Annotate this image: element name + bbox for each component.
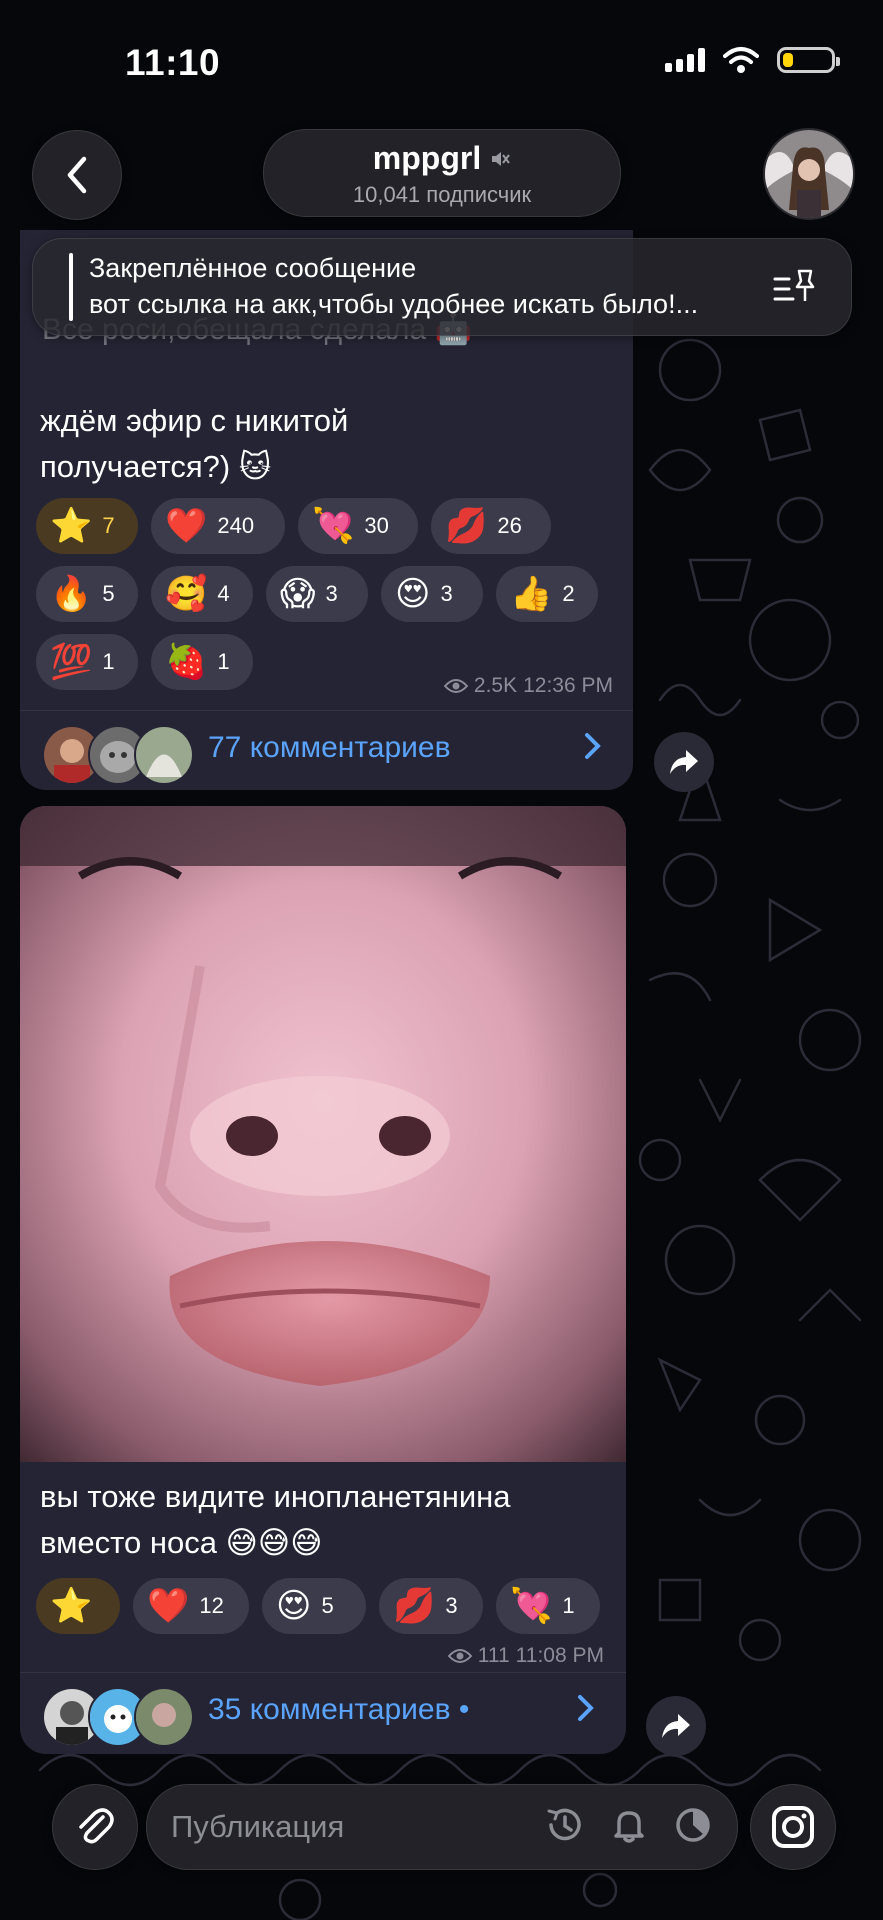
timer-icon[interactable]	[543, 1803, 587, 1847]
comments-count: 35 комментариев •	[208, 1693, 470, 1726]
input-actions	[543, 1803, 715, 1847]
reactions: ⭐ 7 ❤️ 240 💘 30 💋 26 🔥 5 🥰 4 😱 3 😍 3 👍 2 💯 1 🍓 1	[36, 498, 626, 690]
channel-name: mppgrl	[372, 140, 482, 176]
chevron-right-icon	[576, 1691, 596, 1734]
message-time: 11:08 PM	[515, 1644, 604, 1667]
reaction-smiling-hearts[interactable]: 🥰 4	[151, 566, 253, 622]
reaction-heart[interactable]: ❤️ 240	[151, 498, 285, 554]
message-meta: 2.5K 12:36 PM	[443, 674, 613, 698]
share-button[interactable]	[654, 732, 714, 792]
clock-half-icon[interactable]	[671, 1803, 715, 1847]
reaction-thumbs-up[interactable]: 👍 2	[496, 566, 598, 622]
pinned-indicator	[69, 253, 73, 321]
bell-icon[interactable]	[607, 1803, 651, 1847]
reaction-heart-arrow[interactable]: 💘 30	[298, 498, 418, 554]
comments-link[interactable]: 77 комментариев	[20, 710, 633, 790]
status-icons	[665, 46, 840, 74]
avatar	[134, 1687, 194, 1747]
eye-icon	[443, 679, 468, 693]
wifi-icon	[723, 47, 759, 73]
chevron-right-icon	[583, 729, 603, 772]
reaction-heart-eyes[interactable]: 😍 3	[381, 566, 483, 622]
message-photo[interactable]	[20, 806, 626, 1462]
comments-count: 77 комментариев	[208, 731, 451, 764]
view-count: 2.5K	[473, 674, 518, 697]
pin-list-icon[interactable]	[773, 267, 817, 307]
reaction-star[interactable]: ⭐ 7	[36, 498, 138, 554]
back-arrow-icon	[67, 156, 87, 194]
message-time: 12:36 PM	[523, 674, 613, 697]
reactions: ⭐ ❤️ 12 😍 5 💋 3 💘 1	[36, 1578, 626, 1634]
battery-icon	[777, 47, 840, 73]
message-input-placeholder: Публикация	[171, 1809, 345, 1844]
reaction-strawberry[interactable]: 🍓 1	[151, 634, 253, 690]
pinned-text: вот ссылка на акк,чтобы удобнее искать б…	[89, 289, 699, 319]
channel-avatar[interactable]	[763, 128, 855, 220]
pinned-message-bar[interactable]: Закреплённое сообщение вот ссылка на акк…	[32, 238, 852, 336]
reaction-heart-arrow[interactable]: 💘 1	[496, 1578, 600, 1634]
status-time: 11:10	[125, 42, 221, 83]
pinned-title: Закреплённое сообщение	[89, 253, 417, 283]
commenter-avatars	[42, 1687, 194, 1747]
cellular-signal-icon	[665, 48, 705, 72]
view-count: 111	[477, 1644, 510, 1667]
subscriber-count: 10,041 подписчик	[352, 182, 532, 207]
reaction-heart-eyes[interactable]: 😍 5	[262, 1578, 366, 1634]
mute-icon	[492, 151, 511, 166]
share-icon	[670, 750, 698, 774]
eye-icon	[447, 1649, 472, 1663]
message-meta: 111 11:08 PM	[447, 1644, 604, 1668]
reaction-star[interactable]: ⭐	[36, 1578, 120, 1634]
message-text: вы тоже видите инопланетянина вместо нос…	[40, 1479, 511, 1560]
avatar	[134, 725, 194, 785]
reaction-scream[interactable]: 😱 3	[266, 566, 368, 622]
instagram-icon	[772, 1806, 814, 1848]
paperclip-icon	[79, 1808, 114, 1844]
share-icon	[662, 1714, 690, 1738]
comments-link[interactable]: 35 комментариев •	[20, 1672, 626, 1753]
attach-button[interactable]	[52, 1784, 138, 1870]
message-input[interactable]: Публикация	[146, 1784, 738, 1870]
back-button[interactable]	[32, 130, 122, 220]
reaction-kiss[interactable]: 💋 3	[379, 1578, 483, 1634]
share-button[interactable]	[646, 1696, 706, 1756]
reaction-fire[interactable]: 🔥 5	[36, 566, 138, 622]
reaction-kiss[interactable]: 💋 26	[431, 498, 551, 554]
instagram-button[interactable]	[750, 1784, 836, 1870]
reaction-hundred[interactable]: 💯 1	[36, 634, 138, 690]
message-bubble[interactable]: вы тоже видите инопланетянина вместо нос…	[20, 806, 626, 1754]
reaction-heart[interactable]: ❤️ 12	[133, 1578, 249, 1634]
message-text: ждём эфир с никитой получается?) 🐱	[40, 403, 349, 484]
channel-title[interactable]: mppgrl 10,041 подписчик	[263, 129, 621, 217]
commenter-avatars	[42, 725, 194, 785]
